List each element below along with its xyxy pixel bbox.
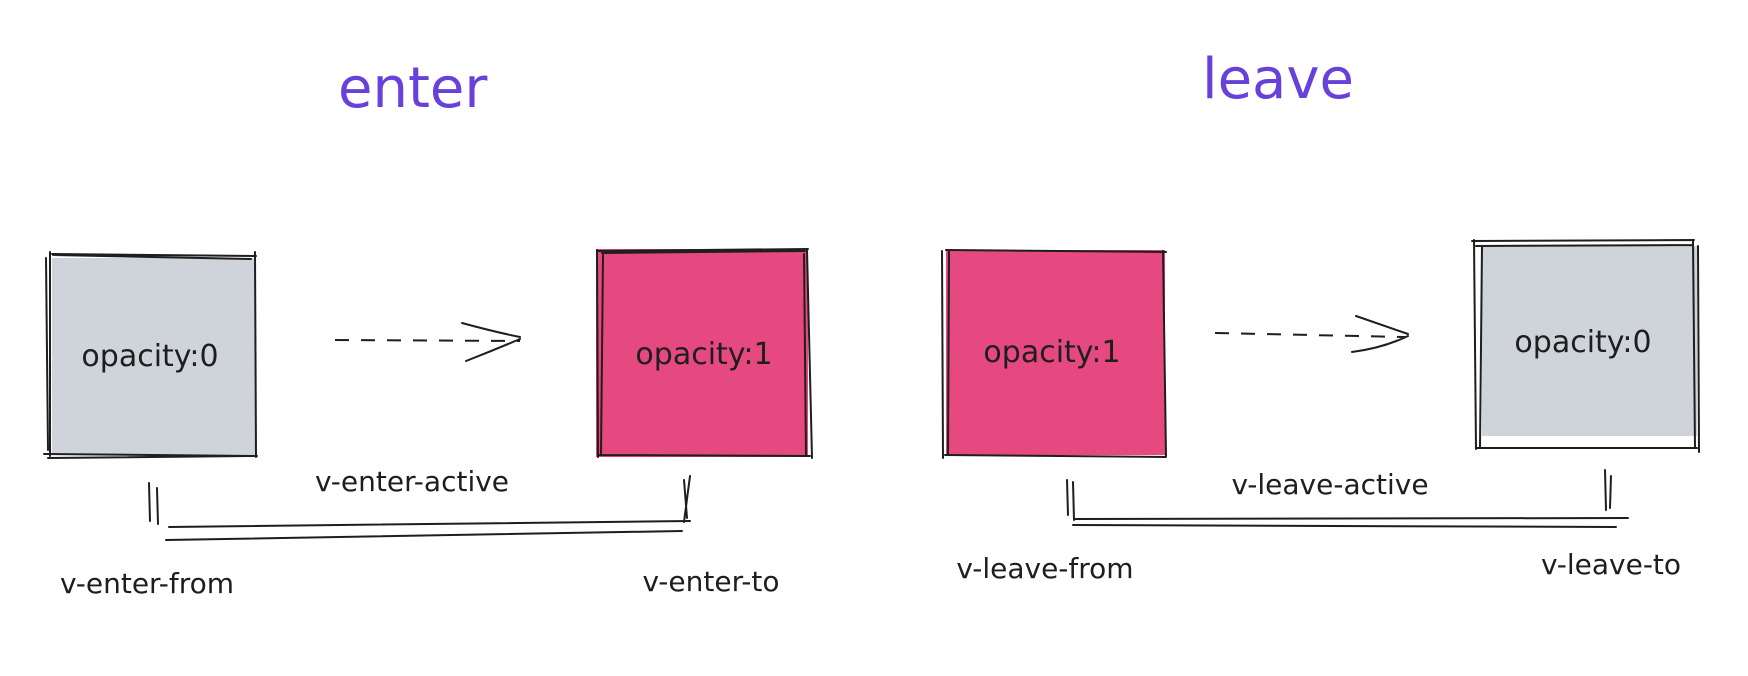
transition-diagram: enter opacity:0 opacity:1 v-enter-active… bbox=[43, 47, 1700, 600]
leave-to-box: opacity:0 bbox=[1471, 239, 1700, 453]
leave-arrow bbox=[1214, 315, 1409, 353]
leave-title: leave bbox=[1202, 47, 1354, 112]
enter-group: enter opacity:0 opacity:1 v-enter-active… bbox=[43, 56, 813, 600]
enter-from-label: v-enter-from bbox=[60, 567, 234, 600]
enter-title: enter bbox=[338, 56, 488, 121]
leave-group: leave opacity:1 opacity:0 v-leave-active… bbox=[941, 47, 1700, 585]
enter-from-box-label: opacity:0 bbox=[81, 339, 218, 374]
enter-to-box-label: opacity:1 bbox=[635, 337, 772, 372]
leave-from-box: opacity:1 bbox=[941, 249, 1167, 459]
leave-active-label: v-leave-active bbox=[1231, 468, 1428, 501]
enter-active-label: v-enter-active bbox=[315, 465, 509, 498]
leave-from-box-label: opacity:1 bbox=[983, 335, 1120, 370]
leave-to-label: v-leave-to bbox=[1541, 548, 1681, 581]
enter-to-label: v-enter-to bbox=[642, 565, 779, 598]
enter-arrow bbox=[334, 322, 521, 362]
enter-from-box: opacity:0 bbox=[43, 251, 258, 459]
leave-to-box-label: opacity:0 bbox=[1514, 325, 1651, 360]
enter-to-box: opacity:1 bbox=[596, 248, 813, 459]
leave-from-label: v-leave-from bbox=[956, 552, 1133, 585]
